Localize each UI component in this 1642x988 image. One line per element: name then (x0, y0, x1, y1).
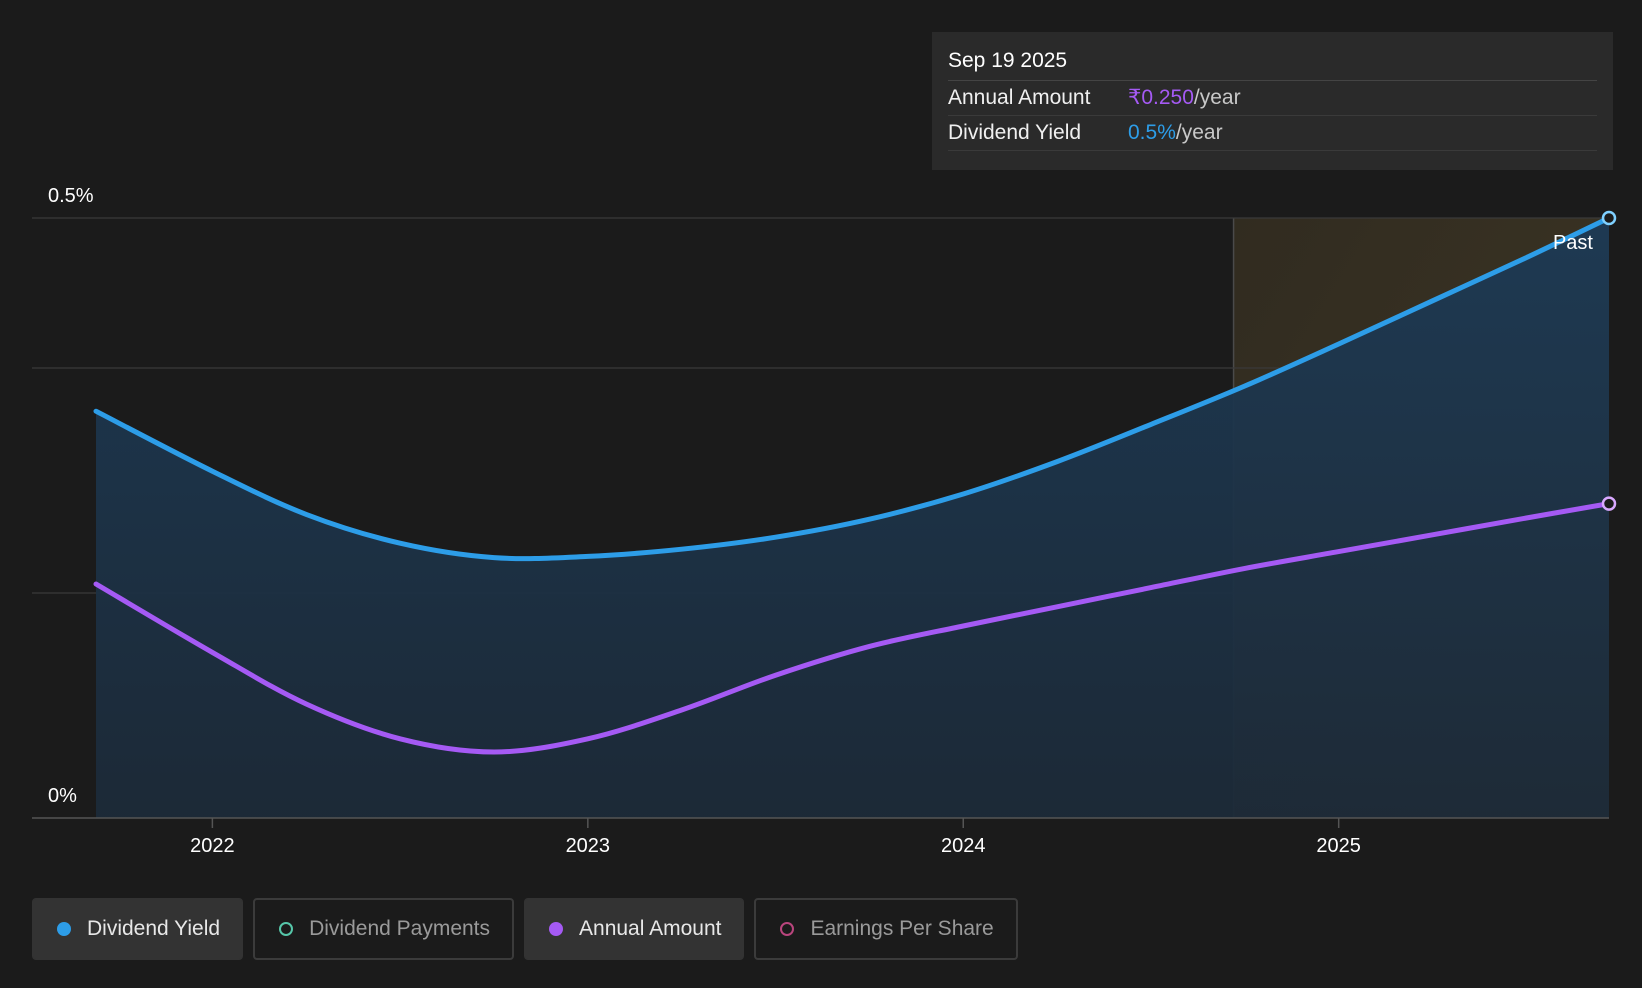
y-tick-label: 0% (48, 785, 77, 807)
tooltip-suffix: /year (1193, 86, 1241, 109)
tooltip-row-annual-amount: Annual Amount ₹0.250 /year (948, 81, 1597, 116)
dividend-yield-end-marker (1601, 210, 1617, 226)
y-tick-label: 0.5% (48, 185, 94, 207)
dividend-yield-dot-icon (57, 922, 71, 936)
tooltip-suffix: /year (1175, 121, 1223, 144)
earnings-per-share-ring-icon (780, 922, 795, 936)
tooltip-date: Sep 19 2025 (948, 46, 1597, 81)
x-tick-label: 2025 (1316, 835, 1361, 857)
dividend-payments-ring-icon (279, 922, 294, 936)
x-tick-label: 2024 (941, 835, 986, 857)
annual-amount-dot-icon (549, 922, 564, 936)
chart-legend: Dividend Yield Dividend Payments Annual … (32, 898, 1018, 960)
tooltip-label: Annual Amount (948, 86, 1091, 109)
chart-tooltip: Sep 19 2025 Annual Amount ₹0.250 /year D… (932, 32, 1613, 170)
legend-earnings-per-share[interactable]: Earnings Per Share (754, 898, 1018, 960)
tooltip-value: ₹0.250 (1128, 86, 1194, 109)
x-tick-label: 2022 (190, 835, 235, 857)
tooltip-row-dividend-yield: Dividend Yield 0.5% /year (948, 116, 1597, 151)
legend-dividend-yield[interactable]: Dividend Yield (32, 898, 244, 960)
past-label: Past (1553, 232, 1593, 254)
legend-label: Earnings Per Share (810, 917, 994, 940)
annual-amount-end-marker (1601, 496, 1617, 511)
tooltip-label: Dividend Yield (948, 121, 1082, 144)
x-tick-label: 2023 (566, 835, 611, 857)
tooltip-value: 0.5% (1128, 121, 1176, 144)
legend-label: Dividend Payments (309, 917, 491, 940)
legend-label: Annual Amount (579, 917, 722, 940)
legend-annual-amount[interactable]: Annual Amount (524, 898, 745, 960)
legend-label: Dividend Yield (87, 917, 221, 940)
legend-dividend-payments[interactable]: Dividend Payments (253, 898, 515, 960)
